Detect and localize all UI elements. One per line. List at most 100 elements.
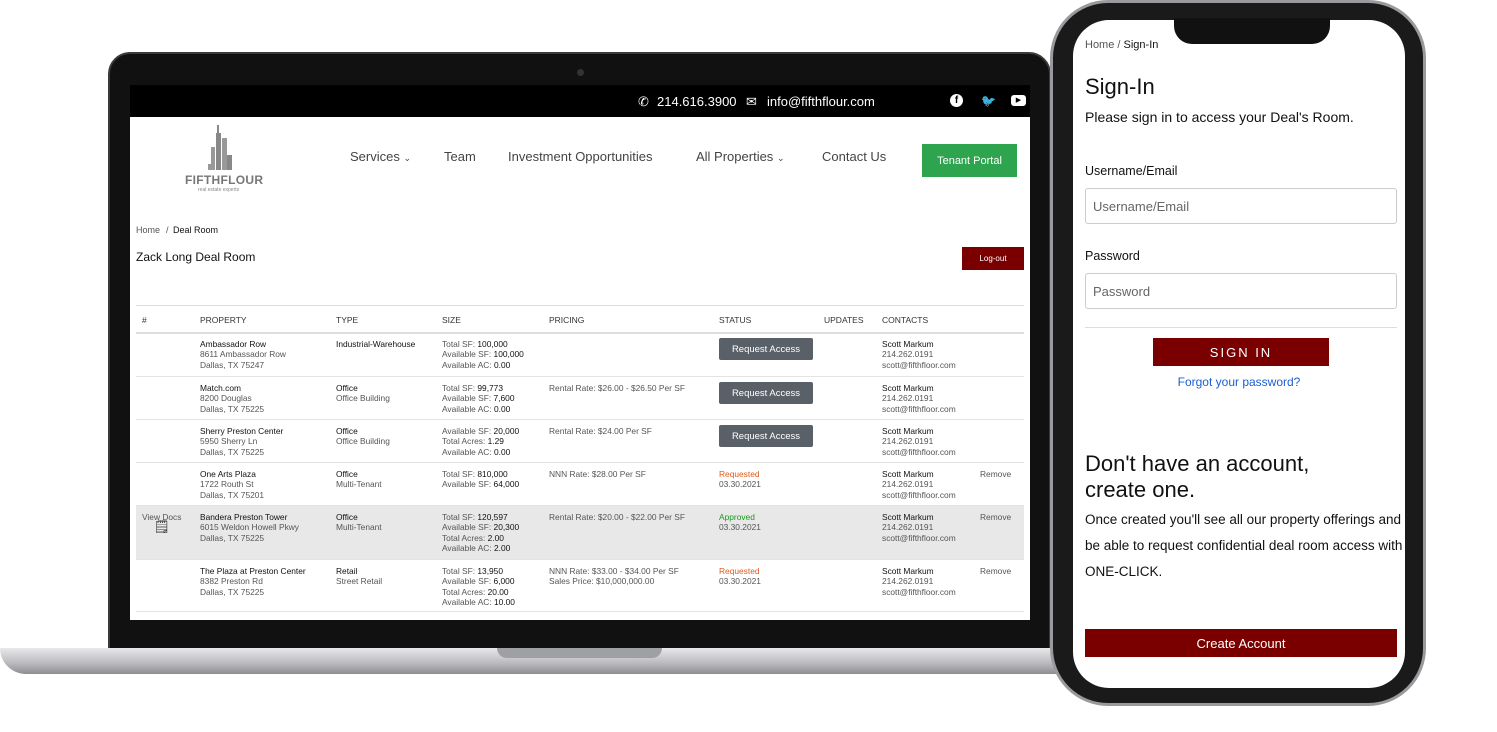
property-name[interactable]: One Arts Plaza — [200, 469, 256, 479]
size-value: 0.00 — [494, 359, 511, 370]
email-link[interactable]: info@fifthflour.com — [767, 94, 875, 109]
size-value: 13,950 — [477, 566, 503, 576]
username-input[interactable]: Username/Email — [1085, 188, 1397, 224]
property-name[interactable]: The Plaza at Preston Center — [200, 566, 306, 576]
contact-phone[interactable]: 214.262.0191 — [882, 349, 933, 359]
signin-button[interactable]: SIGN IN — [1153, 338, 1329, 366]
facebook-icon[interactable]: f — [950, 94, 963, 107]
laptop-screen: ✆ 214.616.3900 ✉ info@fifthflour.com f 🐦… — [130, 85, 1030, 620]
size-label: Total SF: — [442, 339, 476, 349]
phone-icon: ✆ — [638, 94, 649, 109]
phone-link[interactable]: 214.616.3900 — [657, 94, 737, 109]
col-status: STATUS — [719, 315, 752, 325]
size-label: Total SF: — [442, 512, 476, 522]
col-property: PROPERTY — [200, 315, 247, 325]
nav-contact[interactable]: Contact Us — [822, 149, 886, 164]
contact-name: Scott Markum — [882, 383, 934, 393]
property-name[interactable]: Bandera Preston Tower — [200, 512, 287, 522]
password-input[interactable]: Password — [1085, 273, 1397, 309]
property-type: Office — [336, 469, 358, 479]
size-value: 0.00 — [494, 446, 511, 457]
size-label: Available SF: — [442, 349, 492, 360]
property-subtype: Office Building — [336, 436, 390, 447]
contact-email[interactable]: scott@fifthfloor.com — [882, 490, 956, 500]
nav-team[interactable]: Team — [444, 149, 476, 164]
contact-name: Scott Markum — [882, 426, 934, 436]
property-type: Office — [336, 512, 358, 522]
contact-email[interactable]: scott@fifthfloor.com — [882, 533, 956, 543]
size-value: 7,600 — [493, 393, 515, 404]
size-value: 120,597 — [477, 512, 508, 522]
table-row: View Docs 🗒 Bandera Preston Tower 6015 Weld… — [136, 506, 1024, 560]
size-value: 1.29 — [487, 436, 504, 447]
nav-all-properties[interactable]: All Properties ⌄ — [696, 149, 784, 164]
property-name[interactable]: Sherry Preston Center — [200, 426, 283, 436]
camera — [577, 69, 584, 76]
table-row: The Plaza at Preston Center 8382 Preston … — [136, 560, 1024, 612]
contact-phone[interactable]: 214.262.0191 — [882, 479, 933, 489]
forgot-password-link[interactable]: Forgot your password? — [1073, 375, 1405, 389]
tenant-portal-button[interactable]: Tenant Portal — [922, 144, 1017, 177]
size-value: 100,000 — [493, 349, 524, 360]
top-bar: ✆ 214.616.3900 ✉ info@fifthflour.com f 🐦… — [130, 85, 1030, 117]
table-row: Ambassador Row 8611 Ambassador Row Dallas,… — [136, 333, 1024, 377]
col-num: # — [142, 315, 147, 325]
breadcrumb-home[interactable]: Home — [136, 225, 160, 235]
remove-link[interactable]: Remove — [980, 469, 1011, 479]
logo-name[interactable]: FIFTHFLOUR — [185, 173, 263, 187]
remove-link[interactable]: Remove — [980, 512, 1011, 522]
property-address: 8611 Ambassador Row — [200, 349, 286, 360]
property-type: Office — [336, 426, 358, 436]
property-city: Dallas, TX 75201 — [200, 489, 265, 500]
property-subtype: Multi-Tenant — [336, 522, 382, 533]
property-name[interactable]: Ambassador Row — [200, 339, 266, 349]
create-heading: Don't have an account, create one. — [1085, 451, 1310, 502]
contact-phone[interactable]: 214.262.0191 — [882, 522, 933, 532]
size-label: Available SF: — [442, 522, 492, 533]
chevron-down-icon: ⌄ — [403, 153, 412, 163]
breadcrumb-home[interactable]: Home — [1085, 39, 1114, 51]
view-docs-link[interactable]: View Docs 🗒 — [142, 512, 181, 534]
property-address: 1722 Routh St — [200, 479, 254, 490]
request-access-button[interactable]: Request Access — [719, 425, 813, 447]
property-subtype: Street Retail — [336, 576, 383, 587]
request-access-button[interactable]: Request Access — [719, 382, 813, 404]
request-access-button[interactable]: Request Access — [719, 338, 813, 360]
twitter-icon[interactable]: 🐦 — [981, 94, 996, 108]
property-city: Dallas, TX 75225 — [200, 446, 265, 457]
contact-email[interactable]: scott@fifthfloor.com — [882, 404, 956, 414]
youtube-icon[interactable]: ▶ — [1011, 95, 1026, 106]
chevron-down-icon: ⌄ — [776, 153, 785, 163]
contact-name: Scott Markum — [882, 339, 934, 349]
logo-icon — [208, 125, 232, 170]
property-name[interactable]: Match.com — [200, 383, 241, 393]
size-value: 20,000 — [493, 426, 520, 436]
size-label: Available AC: — [442, 359, 492, 370]
col-updates: UPDATES — [824, 315, 864, 325]
contact-phone[interactable]: 214.262.0191 — [882, 393, 933, 403]
password-label: Password — [1085, 249, 1140, 263]
property-city: Dallas, TX 75225 — [200, 586, 265, 597]
laptop-notch — [497, 648, 662, 658]
breadcrumb-current: Sign-In — [1123, 39, 1159, 51]
size-value: 2.00 — [487, 532, 504, 543]
nav-label: Services — [350, 149, 400, 164]
contact-email[interactable]: scott@fifthfloor.com — [882, 587, 956, 597]
logout-button[interactable]: Log-out — [962, 247, 1024, 270]
property-city: Dallas, TX 75247 — [200, 359, 265, 370]
nav-investment[interactable]: Investment Opportunities — [508, 149, 653, 164]
contact-phone[interactable]: 214.262.0191 — [882, 436, 933, 446]
property-subtype: Office Building — [336, 393, 390, 404]
nav-services[interactable]: Services ⌄ — [350, 149, 411, 164]
contact-email[interactable]: scott@fifthfloor.com — [882, 360, 956, 370]
size-label: Available AC: — [442, 403, 492, 414]
phone-notch — [1174, 18, 1330, 44]
create-account-button[interactable]: Create Account — [1085, 629, 1397, 657]
table-row: One Arts Plaza 1722 Routh St Dallas, TX 75… — [136, 463, 1024, 506]
signin-title: Sign-In — [1085, 74, 1155, 99]
size-label: Total Acres: — [442, 436, 486, 447]
status-date: 03.30.2021 — [719, 576, 761, 587]
contact-email[interactable]: scott@fifthfloor.com — [882, 447, 956, 457]
contact-phone[interactable]: 214.262.0191 — [882, 576, 933, 586]
remove-link[interactable]: Remove — [980, 566, 1011, 576]
